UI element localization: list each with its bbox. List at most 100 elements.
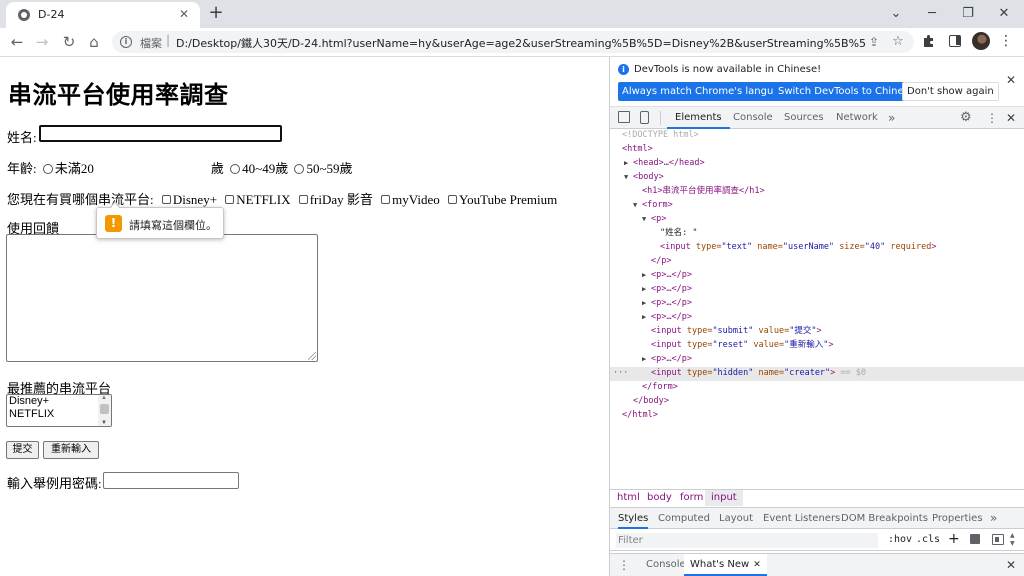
gear-icon[interactable]: ⚙	[960, 107, 972, 129]
match-language-button[interactable]: Always match Chrome's language	[618, 82, 796, 101]
dom-node[interactable]: </body>	[610, 395, 1024, 409]
checkbox-myvideo[interactable]	[381, 195, 391, 204]
side-panel-icon[interactable]	[949, 35, 961, 47]
more-tabs-icon[interactable]: »	[888, 107, 895, 129]
back-button[interactable]: ←	[6, 31, 28, 53]
checkbox-disney[interactable]	[161, 195, 171, 204]
tab-elements[interactable]: Elements	[667, 107, 730, 129]
drawer-menu-icon[interactable]: ⋮	[618, 558, 630, 572]
bookmark-star-icon[interactable]: ☆	[890, 34, 906, 50]
collapse-triangle-icon[interactable]: ▼	[642, 213, 651, 227]
tab-sources[interactable]: Sources	[776, 107, 832, 129]
checkbox-netflix[interactable]	[225, 195, 235, 204]
dom-node[interactable]: ▶ <head>…</head>	[610, 157, 1024, 171]
avatar[interactable]	[972, 32, 990, 50]
dom-node[interactable]: ▶ <p>…</p>	[610, 269, 1024, 283]
forward-button[interactable]: →	[31, 31, 53, 53]
expand-triangle-icon[interactable]: ▶	[624, 157, 633, 171]
dom-node[interactable]: </html>	[610, 409, 1024, 423]
close-tab-icon[interactable]: ✕	[176, 6, 192, 22]
more-options-icon[interactable]: ···	[613, 367, 628, 381]
submit-button[interactable]: 提交	[6, 441, 39, 459]
filter-input[interactable]: Filter	[616, 533, 878, 548]
dom-node[interactable]: <input type="reset" value="重新輸入">	[610, 339, 1024, 353]
browser-menu-icon[interactable]: ⋮	[998, 32, 1014, 50]
tab-styles[interactable]: Styles	[618, 508, 649, 529]
minimize-button[interactable]: ─	[914, 0, 950, 28]
tab-search-icon[interactable]: ⌄	[878, 0, 914, 28]
close-icon[interactable]: ✕	[753, 560, 761, 570]
new-tab-button[interactable]: +	[206, 4, 226, 24]
address-bar[interactable]: i 檔案 | D:/Desktop/鐵人30天/D-24.html?userNa…	[112, 31, 914, 53]
collapse-triangle-icon[interactable]: ▼	[624, 171, 633, 185]
dom-node[interactable]: <input type="submit" value="提交">	[610, 325, 1024, 339]
url-text[interactable]: D:/Desktop/鐵人30天/D-24.html?userName=hy&u…	[176, 35, 866, 51]
age-radio-40-49[interactable]	[230, 164, 241, 174]
collapse-triangle-icon[interactable]: ▼	[633, 199, 642, 213]
hov-toggle[interactable]: :hov	[888, 534, 912, 545]
more-tabs-icon[interactable]: »	[990, 508, 997, 529]
tab-network[interactable]: Network	[828, 107, 886, 129]
dom-node[interactable]: ▶ <p>…</p>	[610, 283, 1024, 297]
expand-triangle-icon[interactable]: ▶	[642, 297, 651, 311]
tab-console[interactable]: Console	[725, 107, 781, 129]
breadcrumb-item[interactable]: input	[705, 490, 743, 506]
browser-tab[interactable]: D-24 ✕	[6, 2, 200, 28]
resize-handle[interactable]	[308, 352, 316, 360]
dom-node[interactable]: ▶ <p>…</p>	[610, 353, 1024, 367]
device-toolbar-icon[interactable]	[640, 111, 649, 124]
expand-triangle-icon[interactable]: ▶	[642, 311, 651, 325]
new-rule-icon[interactable]: +	[948, 531, 960, 547]
age-radio-under20[interactable]	[42, 164, 53, 174]
dom-node[interactable]: </form>	[610, 381, 1024, 395]
switch-language-button[interactable]: Switch DevTools to Chinese	[774, 82, 919, 101]
select-scrollbar[interactable]	[98, 395, 111, 426]
expand-triangle-icon[interactable]: ▶	[642, 353, 651, 367]
tab-layout[interactable]: Layout	[719, 508, 753, 529]
dom-node[interactable]: ▶ <p>…</p>	[610, 311, 1024, 325]
tab-event-listeners[interactable]: Event Listeners	[763, 508, 840, 529]
extensions-icon[interactable]	[922, 34, 936, 48]
devtools-menu-icon[interactable]: ⋮	[986, 107, 998, 129]
dom-node[interactable]: <html>	[610, 143, 1024, 157]
select-option[interactable]: NETFLIX	[7, 408, 111, 421]
select-option[interactable]: Disney+	[7, 395, 111, 408]
tab-computed[interactable]: Computed	[658, 508, 710, 529]
dom-node[interactable]: ▶ <p>…</p>	[610, 297, 1024, 311]
dom-node[interactable]: <!DOCTYPE html>	[610, 129, 1024, 143]
scroll-thumb[interactable]	[100, 404, 109, 414]
recommend-select[interactable]: Disney+ NETFLIX	[6, 394, 112, 427]
password-input[interactable]	[103, 472, 239, 489]
drawer-tab-whats-new[interactable]: What's New ✕	[684, 554, 767, 576]
close-window-button[interactable]: ✕	[986, 0, 1022, 28]
tab-properties[interactable]: Properties	[932, 508, 983, 529]
age-radio-50-59[interactable]	[294, 164, 305, 174]
tab-dom-breakpoints[interactable]: DOM Breakpoints	[841, 508, 928, 529]
dom-node[interactable]: </p>	[610, 255, 1024, 269]
restore-button[interactable]: ❐	[950, 0, 986, 28]
name-input[interactable]	[39, 125, 282, 142]
breadcrumb-item[interactable]: body	[641, 490, 678, 506]
checkbox-youtube[interactable]	[448, 195, 458, 204]
dom-node[interactable]: <h1>串流平台使用率調查</h1>	[610, 185, 1024, 199]
dom-node[interactable]: <input type="text" name="userName" size=…	[610, 241, 1024, 255]
info-icon[interactable]: i	[120, 36, 132, 48]
reset-button[interactable]: 重新輸入	[43, 441, 99, 459]
dom-node-selected[interactable]: ··· <input type="hidden" name="creater"> …	[610, 367, 1024, 381]
dom-node[interactable]: ▼ <p>	[610, 213, 1024, 227]
paint-brush-icon[interactable]	[970, 534, 980, 544]
checkbox-friday[interactable]	[298, 195, 308, 204]
inspect-element-icon[interactable]	[618, 111, 630, 123]
home-button[interactable]: ⌂	[83, 31, 105, 53]
close-icon[interactable]: ✕	[1006, 73, 1016, 87]
close-devtools-icon[interactable]: ✕	[1006, 107, 1016, 129]
reload-button[interactable]: ↻	[58, 31, 80, 53]
scroll-arrows-icon[interactable]: ▲ ▼	[1010, 532, 1018, 548]
cls-toggle[interactable]: .cls	[916, 534, 940, 545]
toggle-sidebar-icon[interactable]	[992, 534, 1004, 545]
dom-node[interactable]: "姓名: "	[610, 227, 1024, 241]
dom-node[interactable]: ▼ <form>	[610, 199, 1024, 213]
close-drawer-icon[interactable]: ✕	[1006, 558, 1016, 572]
dom-node[interactable]: ▼ <body>	[610, 171, 1024, 185]
share-icon[interactable]: ⇪	[866, 34, 882, 50]
